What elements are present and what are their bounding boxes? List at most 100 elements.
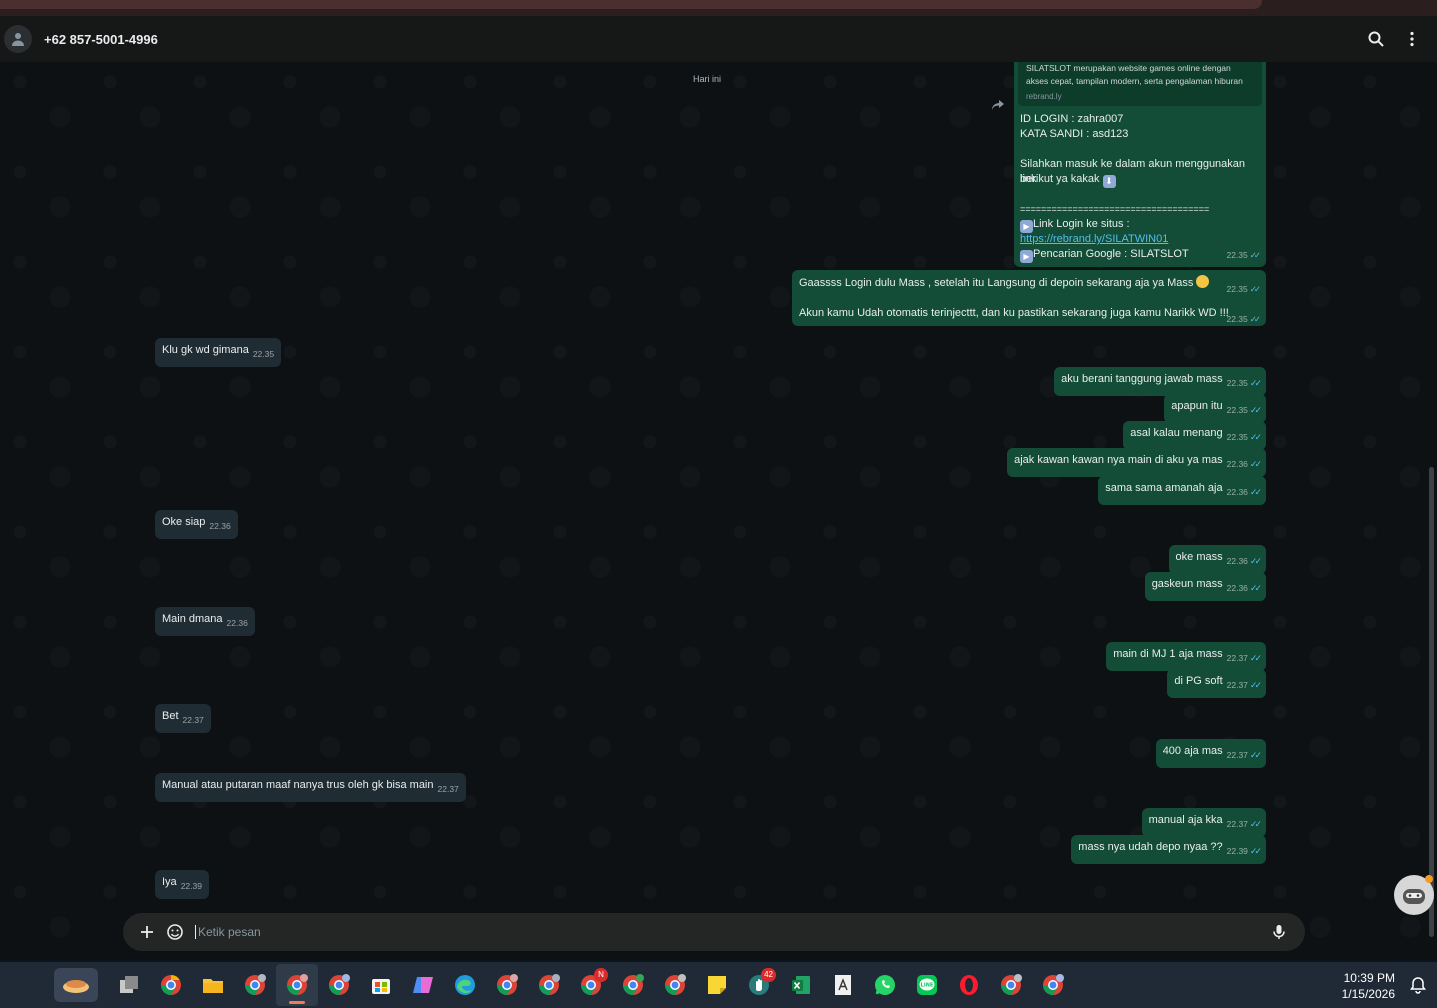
login-link[interactable]: https://rebrand.ly/SILATWIN01: [1020, 233, 1168, 245]
contact-name[interactable]: +62 857-5001-4996: [44, 32, 1355, 47]
read-ticks-icon: ✓✓: [1249, 250, 1261, 260]
clock-time: 10:39 PM: [1343, 971, 1395, 985]
outgoing-message[interactable]: gaskeun mass 22.36 ✓✓: [1144, 572, 1266, 601]
incoming-message[interactable]: Manual atau putaran maaf nanya trus oleh…: [155, 773, 466, 802]
message-time: 22.35: [1226, 378, 1248, 388]
message-text: ajak kawan kawan nya main di aku ya mas: [1014, 454, 1223, 466]
preview-domain: rebrand.ly: [1026, 92, 1062, 101]
folder-icon: [203, 979, 223, 993]
contact-avatar[interactable]: [4, 25, 32, 53]
message-text: di PG soft: [1174, 675, 1223, 687]
play-emoji-icon: ▶: [1020, 250, 1033, 263]
message-time: 22.37: [182, 715, 204, 725]
task-view-icon: [120, 976, 138, 993]
message-text: Iya: [162, 876, 177, 888]
taskbar-chrome-profile-9[interactable]: [1032, 964, 1074, 1006]
assistant-bot-button[interactable]: [1394, 875, 1434, 915]
message-time: 22.39: [1226, 846, 1248, 856]
outgoing-message[interactable]: asal kalau menang 22.35 ✓✓: [1123, 421, 1266, 450]
message-time: 22.35: [1226, 405, 1248, 415]
outgoing-message[interactable]: manual aja kka 22.37 ✓✓: [1141, 808, 1266, 837]
notification-bell-icon[interactable]: [1409, 976, 1427, 994]
incoming-message[interactable]: Oke siap 22.36: [155, 510, 238, 539]
emoji-button[interactable]: [161, 918, 189, 946]
robot-icon: [1403, 889, 1425, 904]
pinned-widget[interactable]: [54, 968, 98, 1002]
message-time: 22.35: [252, 349, 275, 359]
message-time: 22.36: [209, 521, 231, 531]
taskbar-copilot[interactable]: [402, 964, 444, 1006]
outgoing-message[interactable]: sama sama amanah aja 22.36 ✓✓: [1098, 476, 1266, 505]
taskbar-chrome-profile-7[interactable]: [654, 964, 696, 1006]
chat-area[interactable]: Hari ini SILATSLOT merupakan website gam…: [0, 62, 1437, 960]
outgoing-message[interactable]: main di MJ 1 aja mass 22.37 ✓✓: [1106, 642, 1266, 671]
taskbar-app-notifications[interactable]: 42: [738, 964, 780, 1006]
taskbar-opera[interactable]: [948, 964, 990, 1006]
read-ticks-icon: ✓✓: [1249, 459, 1262, 469]
taskbar-chrome-profile-3[interactable]: [486, 964, 528, 1006]
message-input[interactable]: [195, 925, 1265, 939]
search-button[interactable]: [1361, 24, 1391, 54]
message-text: main di MJ 1 aja mass: [1113, 648, 1223, 660]
message-time: 22.37: [1226, 819, 1248, 829]
message-text: 400 aja mas: [1162, 745, 1223, 757]
windows-taskbar: N 42 LINE 10:39 PM 1/15/2026: [0, 962, 1437, 1008]
outgoing-message[interactable]: ajak kawan kawan nya main di aku ya mas 2…: [1007, 448, 1266, 477]
message-time: 22.35: [1226, 250, 1248, 260]
message-line: ====================================: [1020, 204, 1210, 214]
message-composer: [123, 913, 1305, 951]
taskbar-font-app[interactable]: [822, 964, 864, 1006]
date-chip: Hari ini: [693, 74, 722, 84]
outgoing-message[interactable]: mass nya udah depo nyaa ?? 22.39 ✓✓: [1071, 835, 1266, 864]
outgoing-message[interactable]: 400 aja mas 22.37 ✓✓: [1155, 739, 1266, 768]
attach-button[interactable]: [133, 918, 161, 946]
outgoing-message[interactable]: apapun itu 22.35 ✓✓: [1164, 394, 1266, 423]
taskbar-edge[interactable]: [444, 964, 486, 1006]
outgoing-message[interactable]: aku berani tanggung jawab mass 22.35 ✓✓: [1054, 367, 1266, 396]
taskbar-chrome-profile-8[interactable]: [990, 964, 1032, 1006]
copilot-icon: [413, 977, 433, 993]
taskbar-excel[interactable]: [780, 964, 822, 1006]
taskbar-microsoft-store[interactable]: [360, 964, 402, 1006]
promo-message[interactable]: Gaassss Login dulu Mass , setelah itu La…: [792, 270, 1266, 326]
notification-dot: [1425, 875, 1433, 883]
read-ticks-icon: ✓✓: [1249, 750, 1262, 760]
outgoing-message[interactable]: di PG soft 22.37 ✓✓: [1167, 669, 1266, 698]
taskbar-file-explorer[interactable]: [192, 964, 234, 1006]
forward-icon[interactable]: [990, 98, 1006, 112]
chat-scrollbar[interactable]: [1429, 467, 1434, 937]
message-line: Link Login ke situs :: [1033, 218, 1130, 230]
incoming-message[interactable]: Bet 22.37: [155, 704, 211, 733]
taskbar-chrome-profile-2[interactable]: [318, 964, 360, 1006]
taskbar-chrome-profile-4[interactable]: [528, 964, 570, 1006]
voice-message-button[interactable]: [1265, 918, 1293, 946]
task-view-button[interactable]: [108, 964, 150, 1006]
outgoing-message[interactable]: oke mass 22.36 ✓✓: [1168, 545, 1266, 574]
taskbar-chrome-profile-5[interactable]: N: [570, 964, 612, 1006]
taskbar-chrome-profile-1[interactable]: [234, 964, 276, 1006]
taskbar-chrome-active[interactable]: [276, 964, 318, 1006]
taskbar-chrome-profile-6[interactable]: [612, 964, 654, 1006]
system-clock[interactable]: 10:39 PM 1/15/2026: [1342, 970, 1395, 1002]
microphone-icon: [1273, 925, 1285, 939]
food-bowl-icon: [63, 980, 89, 993]
incoming-message[interactable]: Main dmana 22.36: [155, 607, 255, 636]
taskbar-sticky-notes[interactable]: [696, 964, 738, 1006]
forwarded-message[interactable]: SILATSLOT merupakan website games online…: [1014, 62, 1266, 267]
incoming-message[interactable]: Iya 22.39: [155, 870, 209, 899]
taskbar-whatsapp[interactable]: [864, 964, 906, 1006]
person-icon: [12, 33, 24, 46]
taskbar-chrome[interactable]: [150, 964, 192, 1006]
message-time: 22.36: [226, 618, 248, 628]
chrome-icon: [539, 974, 560, 995]
chat-header: +62 857-5001-4996: [0, 16, 1437, 62]
taskbar-line[interactable]: LINE: [906, 964, 948, 1006]
incoming-message[interactable]: Klu gk wd gimana 22.35: [155, 338, 282, 367]
read-ticks-icon: ✓✓: [1249, 819, 1262, 829]
plus-icon: [141, 926, 153, 938]
message-text: manual aja kka: [1148, 814, 1223, 826]
menu-button[interactable]: [1397, 24, 1427, 54]
message-line: Gaassss Login dulu Mass , setelah itu La…: [799, 277, 1194, 289]
store-icon: [372, 979, 390, 994]
link-preview[interactable]: SILATSLOT merupakan website games online…: [1018, 62, 1262, 106]
